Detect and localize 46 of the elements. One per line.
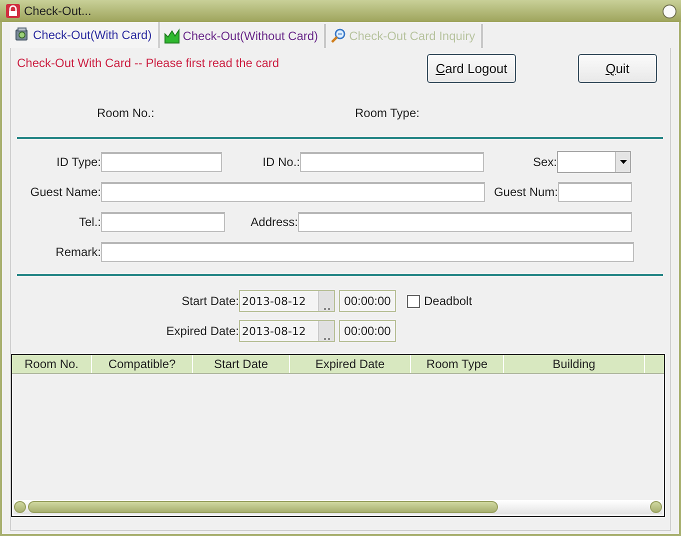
input-field[interactable] [101,152,222,172]
input-field[interactable] [101,182,485,202]
time-field[interactable]: 00:00:00 [339,290,396,312]
window-title: Check-Out... [24,4,92,18]
close-button[interactable] [662,4,677,18]
tab[interactable]: Check-Out(With Card) [10,22,160,48]
scrollbar[interactable] [14,500,662,514]
dropdown-field[interactable] [557,151,631,173]
field-label: Address: [250,215,298,229]
search-icon [330,28,346,44]
column-header[interactable]: Expired Date [290,355,411,373]
room-label: Room Type: [355,106,420,122]
input-field[interactable] [298,212,632,232]
date-field[interactable]: 2013-08-12 [239,320,335,342]
field-label: ID No.: [262,155,300,169]
checkbox-label: Deadbolt [424,294,472,308]
checkbox[interactable] [407,294,420,308]
input-field[interactable] [101,242,634,262]
field-label: Guest Name: [29,185,101,199]
field-label: Tel.: [78,215,101,229]
input-field[interactable] [300,152,484,172]
field-label: Expired Date: [165,324,239,338]
card-reader-icon [14,27,30,43]
field-label: Sex: [532,155,557,169]
quit-button[interactable]: Quit [578,54,657,83]
caret-icon [620,160,626,164]
field-label: ID Type: [56,155,101,169]
chart-icon [164,28,180,44]
calendar-dots-icon[interactable] [324,308,330,311]
input-field[interactable] [558,182,632,202]
lock-icon [6,4,20,18]
field-label: Remark: [54,245,101,259]
field-label: Start Date: [180,294,239,308]
column-header[interactable]: Room Type [411,355,504,373]
instruction-text: Check-Out With Card -- Please first read the card [17,56,280,70]
room-label: Room No.: [97,106,156,122]
column-header[interactable]: Room No. [12,355,92,373]
field-label: Guest Num: [492,185,558,199]
date-field[interactable]: 2013-08-12 [239,290,335,312]
column-header[interactable]: Start Date [193,355,290,373]
logout-button[interactable]: Card Logout [427,54,516,83]
column-header[interactable]: Building [504,355,645,373]
column-header[interactable]: Compatible? [92,355,193,373]
input-field[interactable] [101,212,225,232]
calendar-dots-icon[interactable] [324,338,330,341]
time-field[interactable]: 00:00:00 [339,320,396,342]
